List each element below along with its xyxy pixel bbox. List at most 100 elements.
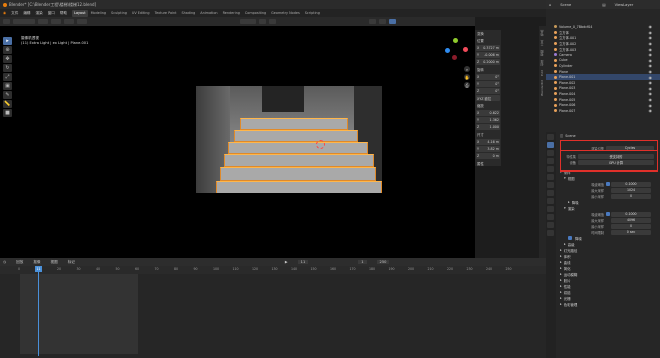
visibility-eye-icon[interactable]: ◉ [649, 91, 653, 96]
object-props-tab-icon[interactable] [547, 182, 554, 188]
timeline-menu-marker[interactable]: 标记 [68, 260, 75, 265]
transform-orientation[interactable] [240, 19, 256, 24]
tab-shading[interactable]: Shading [179, 10, 197, 17]
current-frame-field[interactable]: 11 [297, 260, 309, 264]
move-tool-icon[interactable]: ✥ [3, 55, 12, 63]
render-props-tab-icon[interactable] [547, 142, 554, 148]
scale-y-field[interactable]: Y 1.362 [476, 117, 500, 123]
visibility-eye-icon[interactable]: ◉ [649, 30, 653, 35]
constraints-props-tab-icon[interactable] [547, 214, 554, 220]
blender-menu-icon[interactable]: ◉ [3, 11, 6, 15]
location-z-field[interactable]: Z 0.2000 m [476, 59, 500, 65]
dimension-z-field[interactable]: Z0 m [476, 153, 500, 159]
visibility-eye-icon[interactable]: ◉ [649, 86, 653, 91]
measure-tool-icon[interactable]: 📏 [3, 100, 12, 108]
rotation-x-field[interactable]: X 0° [476, 74, 500, 80]
location-x-field[interactable]: X 0.3727 m [476, 45, 500, 51]
scene-props-tab-icon[interactable] [547, 166, 554, 172]
editor-type-button[interactable] [3, 19, 10, 24]
tab-rendering[interactable]: Rendering [221, 10, 242, 17]
timeline-editor-icon[interactable]: ◷ [3, 260, 6, 264]
particles-props-tab-icon[interactable] [547, 198, 554, 204]
menu-edit[interactable]: 编辑 [23, 11, 30, 16]
snap-toggle[interactable] [259, 19, 266, 24]
scale-z-field[interactable]: Z 1.000 [476, 124, 500, 130]
select-tool-icon[interactable]: ▸ [3, 37, 12, 45]
dimension-x-field[interactable]: X 4.16 m [476, 139, 500, 145]
tab-compositing[interactable]: Compositing [243, 10, 268, 17]
timeline-menu-view[interactable]: 视图 [51, 260, 58, 265]
render-noise-field[interactable]: 0.1000 [611, 211, 651, 217]
gizmo-x-axis-icon[interactable] [463, 47, 468, 52]
visibility-eye-icon[interactable]: ◉ [649, 80, 653, 85]
tab-item[interactable]: 物品 [540, 30, 544, 36]
rotation-y-field[interactable]: Y 0° [476, 81, 500, 87]
visibility-eye-icon[interactable]: ◉ [649, 75, 653, 80]
rotate-tool-icon[interactable]: ↻ [3, 64, 12, 72]
outliner-item[interactable]: Plane.007 ◉ [546, 108, 660, 114]
visibility-eye-icon[interactable]: ◉ [649, 47, 653, 52]
data-props-tab-icon[interactable] [547, 222, 554, 228]
view-layer-props-tab-icon[interactable] [547, 158, 554, 164]
select-menu[interactable] [51, 19, 61, 24]
min-samples-field[interactable]: 0 [611, 193, 651, 199]
world-props-tab-icon[interactable] [547, 174, 554, 180]
view-layer-icon[interactable]: ▤ [602, 3, 605, 7]
tab-edit[interactable]: Edit [540, 70, 544, 76]
visibility-eye-icon[interactable]: ◉ [649, 63, 653, 68]
tab-modeling[interactable]: Modeling [89, 10, 108, 17]
menu-help[interactable]: 帮助 [60, 11, 67, 16]
playhead[interactable] [38, 266, 39, 356]
tab-sculpting[interactable]: Sculpting [109, 10, 129, 17]
object-menu[interactable] [77, 19, 87, 24]
scale-tool-icon[interactable]: ⤢ [3, 73, 12, 81]
transform-tool-icon[interactable]: ▣ [3, 82, 12, 90]
section-color-management[interactable]: ▸ 色彩管理 [558, 301, 658, 307]
tab-scripting[interactable]: Scripting [303, 10, 322, 17]
tab-create[interactable]: 创建 [540, 60, 544, 66]
timeline-menu-keying[interactable]: 抠像 [33, 260, 40, 265]
proportional-edit[interactable] [269, 19, 276, 24]
render-min-samples-field[interactable]: 0 [611, 223, 651, 229]
visibility-eye-icon[interactable]: ◉ [649, 69, 653, 74]
menu-render[interactable]: 渲染 [36, 11, 43, 16]
tab-view[interactable]: 视图 [540, 50, 544, 56]
tab-animation[interactable]: Animation [198, 10, 219, 17]
view-layer-name[interactable]: ViewLayer [615, 3, 634, 7]
tool-props-tab-icon[interactable] [547, 134, 554, 140]
scale-x-field[interactable]: X 0.622 [476, 110, 500, 116]
noise-threshold-checkbox[interactable] [606, 182, 610, 186]
tab-texture-paint[interactable]: Texture Paint [153, 10, 179, 17]
scene-icon[interactable]: ⌂ [549, 3, 551, 7]
rotation-z-field[interactable]: Z 0° [476, 88, 500, 94]
menu-window[interactable]: 窗口 [48, 11, 55, 16]
cursor-tool-icon[interactable]: ⊕ [3, 46, 12, 54]
modifier-props-tab-icon[interactable] [547, 190, 554, 196]
zoom-icon[interactable]: ⌕ [464, 66, 470, 72]
visibility-eye-icon[interactable]: ◉ [649, 52, 653, 57]
physics-props-tab-icon[interactable] [547, 206, 554, 212]
navigation-gizmo[interactable] [443, 38, 469, 64]
dimension-y-field[interactable]: Y 3.82 m [476, 146, 500, 152]
playhead-frame-label[interactable]: 11 [35, 266, 42, 272]
shading-solid-button[interactable] [369, 19, 376, 24]
mode-select[interactable] [13, 19, 35, 24]
location-y-field[interactable]: Y -0.006 m [476, 52, 500, 58]
gizmo-z-axis-icon[interactable] [445, 48, 450, 53]
scene-name[interactable]: Scene [560, 3, 571, 7]
annotate-tool-icon[interactable]: ✎ [3, 91, 12, 99]
pan-hand-icon[interactable]: ✋ [464, 74, 470, 80]
add-menu[interactable] [64, 19, 74, 24]
view-menu[interactable] [38, 19, 48, 24]
output-props-tab-icon[interactable] [547, 150, 554, 156]
shading-rendered-button[interactable] [389, 19, 396, 24]
visibility-eye-icon[interactable]: ◉ [649, 108, 653, 113]
gizmo-y-axis-icon[interactable] [453, 38, 458, 43]
visibility-eye-icon[interactable]: ◉ [649, 97, 653, 102]
visibility-eye-icon[interactable]: ◉ [649, 41, 653, 46]
tab-uv-editing[interactable]: UV Editing [130, 10, 152, 17]
start-frame-field[interactable]: 1 [358, 260, 367, 264]
camera-view-icon[interactable]: ⎙ [464, 82, 470, 88]
material-props-tab-icon[interactable] [547, 230, 554, 236]
timeline-ruler[interactable]: 0102030405060708090100110120130140150160… [0, 266, 546, 274]
